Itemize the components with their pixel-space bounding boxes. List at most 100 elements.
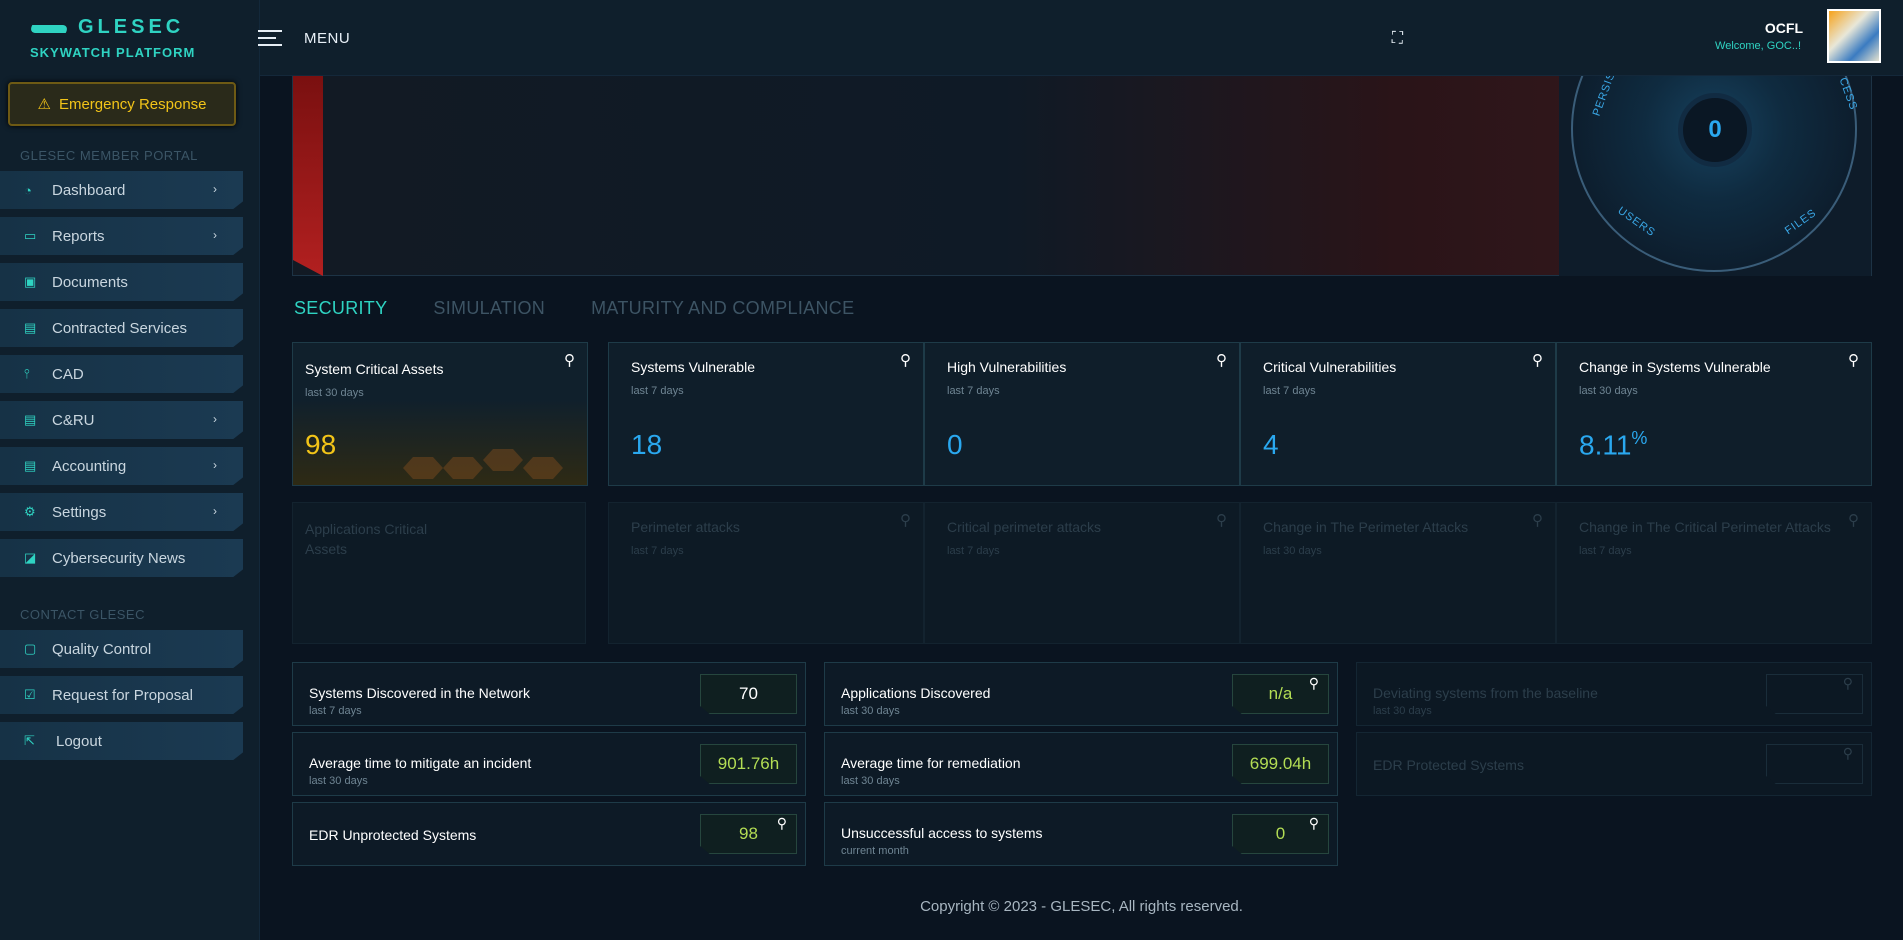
stat-title: EDR Unprotected Systems xyxy=(309,827,477,843)
threat-gauge: 0 PERSIS CESS USERS FILES xyxy=(1559,76,1871,276)
sidebar-item-quality-control[interactable]: ▢ Quality Control xyxy=(0,630,243,668)
menu-toggle-button[interactable] xyxy=(258,30,282,51)
sidebar-item-contracted-services[interactable]: ▤ Contracted Services xyxy=(0,309,243,347)
briefcase-icon: ▤ xyxy=(24,320,37,335)
section-contact: CONTACT GLESEC xyxy=(20,607,145,622)
gauge-icon: ◔ xyxy=(24,182,32,198)
search-icon[interactable]: ⚲ xyxy=(777,815,787,832)
stat-avg-time-mitigate[interactable]: Average time to mitigate an incident las… xyxy=(292,732,806,796)
sidebar-item-label: Dashboard xyxy=(52,181,126,199)
stat-subtitle: last 30 days xyxy=(309,775,368,787)
card-title: Change in The Perimeter Attacks xyxy=(1263,519,1469,535)
card-value: 18 xyxy=(631,429,663,460)
card-title: Systems Vulnerable xyxy=(631,359,755,375)
search-icon[interactable]: ⚲ xyxy=(1216,511,1227,529)
top-bar xyxy=(260,0,1903,76)
org-name: OCFL xyxy=(1764,20,1803,36)
sidebar-item-label: Logout xyxy=(56,732,102,750)
search-icon[interactable]: ⚲ xyxy=(564,351,575,369)
stat-edr-unprotected[interactable]: EDR Unprotected Systems 98 ⚲ xyxy=(292,802,806,866)
sidebar-item-reports[interactable]: ▭ Reports › xyxy=(0,217,243,255)
card-value: 98 xyxy=(305,429,337,460)
menu-label[interactable]: MENU xyxy=(304,30,350,47)
card-title: Change in The Critical Perimeter Attacks xyxy=(1579,519,1831,535)
card-title: Perimeter attacks xyxy=(631,519,740,535)
search-icon[interactable]: ⚲ xyxy=(1843,745,1853,762)
sidebar-item-dashboard[interactable]: ◔ Dashboard › xyxy=(0,171,243,209)
stat-edr-protected[interactable]: EDR Protected Systems ⚲ xyxy=(1356,732,1872,796)
card-systems-vulnerable[interactable]: Systems Vulnerable last 7 days 18 ⚲ xyxy=(608,342,924,486)
sidebar-item-label: Cybersecurity News xyxy=(52,549,186,567)
emergency-response-button[interactable]: ⚠ Emergency Response xyxy=(8,82,236,126)
sidebar-item-label: C&RU xyxy=(52,411,95,429)
stat-unsuccessful-access[interactable]: Unsuccessful access to systems current m… xyxy=(824,802,1338,866)
chevron-right-icon: › xyxy=(213,458,217,472)
search-icon[interactable]: ⚲ xyxy=(1309,675,1319,692)
gauge-value: 0 xyxy=(1678,93,1752,167)
search-icon[interactable]: ⚲ xyxy=(1843,675,1853,692)
sidebar-item-label: Quality Control xyxy=(52,640,152,658)
sidebar-item-request-for-proposal[interactable]: ☑ Request for Proposal xyxy=(0,676,243,714)
card-subtitle: last 7 days xyxy=(1579,545,1632,557)
stat-systems-discovered[interactable]: Systems Discovered in the Network last 7… xyxy=(292,662,806,726)
card-change-perimeter-attacks[interactable]: Change in The Perimeter Attacks last 30 … xyxy=(1240,502,1556,644)
stat-deviating-systems[interactable]: Deviating systems from the baseline last… xyxy=(1356,662,1872,726)
chevron-right-icon: › xyxy=(213,182,217,196)
dashboard-tabs: SECURITY SIMULATION MATURITY AND COMPLIA… xyxy=(294,298,854,319)
stat-applications-discovered[interactable]: Applications Discovered last 30 days n/a… xyxy=(824,662,1338,726)
card-perimeter-attacks[interactable]: Perimeter attacks last 7 days ⚲ xyxy=(608,502,924,644)
sidebar-item-label: Request for Proposal xyxy=(52,686,193,704)
card-title: Critical Vulnerabilities xyxy=(1263,359,1397,375)
fullscreen-icon[interactable]: ⛶ xyxy=(1392,30,1403,48)
card-high-vulnerabilities[interactable]: High Vulnerabilities last 7 days 0 ⚲ xyxy=(924,342,1240,486)
sidebar-item-accounting[interactable]: ▤ Accounting › xyxy=(0,447,243,485)
stat-title: Systems Discovered in the Network xyxy=(309,685,530,701)
search-icon[interactable]: ⚲ xyxy=(1848,511,1859,529)
sidebar-item-cybersecurity-news[interactable]: ◪ Cybersecurity News xyxy=(0,539,243,577)
gear-icon: ⚙ xyxy=(24,504,36,519)
tab-security[interactable]: SECURITY xyxy=(294,298,387,319)
search-icon[interactable]: ⚲ xyxy=(1216,351,1227,369)
tab-simulation[interactable]: SIMULATION xyxy=(433,298,545,319)
card-subtitle: last 30 days xyxy=(1579,385,1638,397)
stat-avg-time-remediation[interactable]: Average time for remediation last 30 day… xyxy=(824,732,1338,796)
chevron-right-icon: › xyxy=(213,228,217,242)
search-icon[interactable]: ⚲ xyxy=(900,351,911,369)
stat-subtitle: last 30 days xyxy=(841,775,900,787)
logo[interactable]: GLESEC SKYWATCH PLATFORM xyxy=(0,0,259,76)
card-value-number: 8.11 xyxy=(1579,429,1632,460)
sidebar-item-documents[interactable]: ▣ Documents xyxy=(0,263,243,301)
logout-icon: ⇱ xyxy=(24,733,35,748)
card-title: Applications Critical Assets xyxy=(305,521,428,557)
search-icon[interactable]: ⚲ xyxy=(1532,351,1543,369)
card-applications-critical-assets[interactable]: Applications Critical Assets xyxy=(292,502,586,644)
card-critical-perimeter-attacks[interactable]: Critical perimeter attacks last 7 days ⚲ xyxy=(924,502,1240,644)
search-icon[interactable]: ⚲ xyxy=(900,511,911,529)
avatar[interactable] xyxy=(1827,9,1881,63)
search-icon[interactable]: ⚲ xyxy=(1848,351,1859,369)
hex-decoration xyxy=(403,457,443,479)
sidebar-item-cad[interactable]: ⫯ CAD xyxy=(0,355,243,393)
hero-accent-bar xyxy=(293,76,323,276)
briefcase-icon: ▤ xyxy=(24,458,37,473)
tab-maturity-compliance[interactable]: MATURITY AND COMPLIANCE xyxy=(591,298,854,319)
stat-subtitle: current month xyxy=(841,845,909,857)
card-subtitle: last 7 days xyxy=(947,385,1000,397)
sidebar-item-cru[interactable]: ▤ C&RU › xyxy=(0,401,243,439)
stat-title: EDR Protected Systems xyxy=(1373,757,1524,773)
sidebar-item-logout[interactable]: ⇱ Logout xyxy=(0,722,243,760)
search-icon[interactable]: ⚲ xyxy=(1532,511,1543,529)
sidebar-item-label: Settings xyxy=(52,503,107,521)
card-critical-vulnerabilities[interactable]: Critical Vulnerabilities last 7 days 4 ⚲ xyxy=(1240,342,1556,486)
stat-title: Average time for remediation xyxy=(841,755,1021,771)
stat-title: Applications Discovered xyxy=(841,685,991,701)
card-system-critical-assets[interactable]: System Critical Assets last 30 days 98 ⚲ xyxy=(292,342,588,486)
sidebar-item-settings[interactable]: ⚙ Settings › xyxy=(0,493,243,531)
card-change-systems-vulnerable[interactable]: Change in Systems Vulnerable last 30 day… xyxy=(1556,342,1872,486)
glesec-logo-icon xyxy=(30,21,68,35)
search-icon[interactable]: ⚲ xyxy=(1309,815,1319,832)
card-change-critical-perimeter-attacks[interactable]: Change in The Critical Perimeter Attacks… xyxy=(1556,502,1872,644)
stat-value: 699.04h xyxy=(1232,744,1329,784)
sidebar-item-label: Contracted Services xyxy=(52,319,188,337)
card-title: High Vulnerabilities xyxy=(947,359,1067,375)
